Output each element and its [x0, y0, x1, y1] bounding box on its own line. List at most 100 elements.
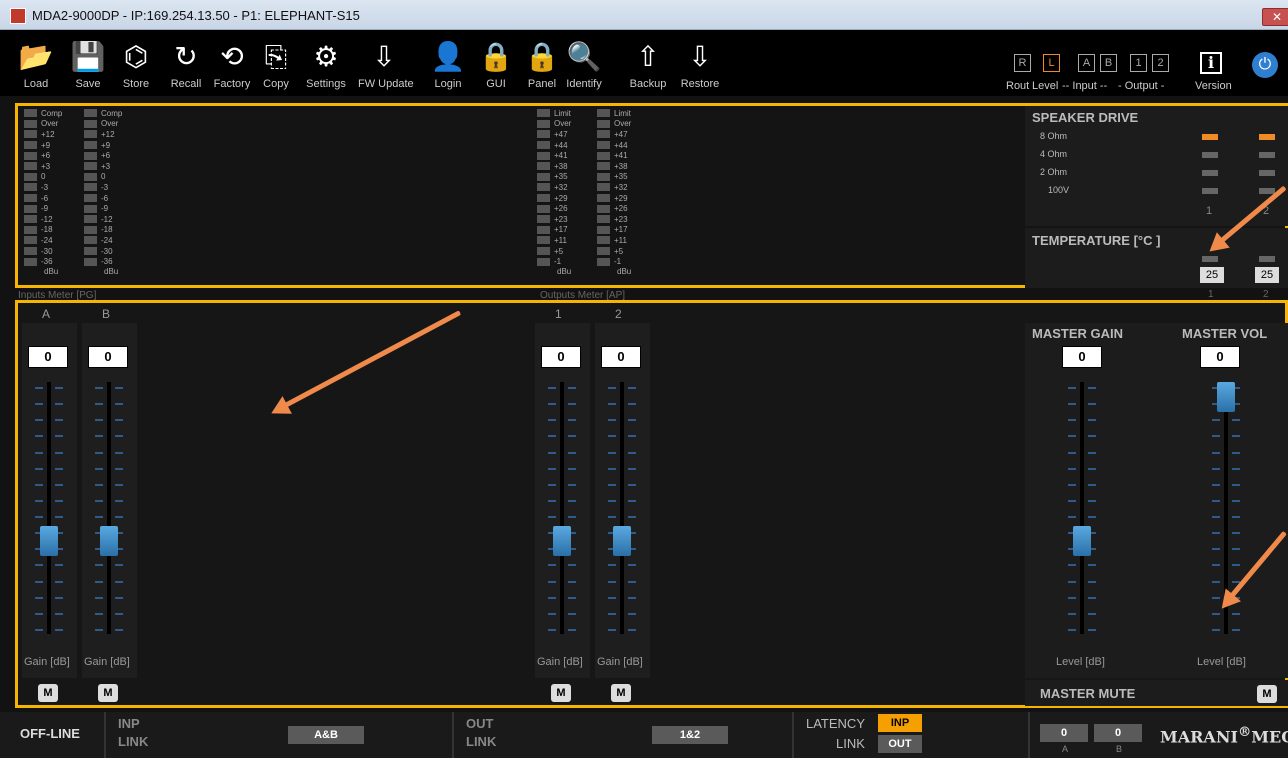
fader-tick	[548, 419, 556, 422]
identify-button[interactable]: 🔍 Identify	[558, 30, 610, 94]
meter-row: -9	[84, 203, 122, 214]
channel-mute-button[interactable]: M	[611, 684, 631, 702]
master-gain-fader-knob[interactable]	[1073, 526, 1091, 557]
backup-button[interactable]: ⇧ Backup	[622, 30, 674, 94]
close-button[interactable]: ✕	[1262, 8, 1288, 26]
login-button[interactable]: 👤 Login	[422, 30, 474, 94]
master-gain-value[interactable]: 0	[1062, 346, 1102, 368]
meter-led	[84, 141, 97, 150]
meter-scale-label: -12	[41, 214, 53, 224]
fader-tick	[35, 467, 43, 470]
tool-label: GUI	[486, 78, 506, 90]
channel-fader-knob[interactable]	[613, 526, 631, 557]
latency-out-button[interactable]: OUT	[878, 735, 922, 753]
channel-fader-track[interactable]	[47, 382, 51, 634]
fader-tick	[1088, 387, 1096, 389]
temp-channel-2: 2	[1263, 289, 1269, 300]
store-button[interactable]: ⌬ Store	[110, 30, 162, 94]
channel-fader-knob[interactable]	[40, 526, 58, 557]
meter-unit: dBu	[617, 266, 632, 276]
meter-scale-label: -6	[101, 193, 109, 203]
load-button[interactable]: 📂 Load	[10, 30, 62, 94]
gain-value-box[interactable]: 0	[88, 346, 128, 368]
route-r-box[interactable]: R	[1014, 54, 1031, 72]
fader-tick	[1068, 451, 1076, 454]
fader-tick	[608, 403, 616, 406]
channel-mute-button[interactable]: M	[98, 684, 118, 702]
level-label: Level	[1032, 80, 1059, 92]
fader-tick	[568, 387, 576, 389]
fader-tick	[1068, 564, 1076, 567]
master-vol-value[interactable]: 0	[1200, 346, 1240, 368]
route-l-box[interactable]: L	[1043, 54, 1060, 72]
save-button[interactable]: 💾 Save	[62, 30, 114, 94]
meter-led	[24, 247, 37, 256]
input-b-box[interactable]: B	[1100, 54, 1117, 72]
input-a-box[interactable]: A	[1078, 54, 1095, 72]
fader-tick	[608, 580, 616, 583]
copy-button[interactable]: ⎘ Copy	[250, 30, 302, 94]
channel-mute-button[interactable]: M	[551, 684, 571, 702]
meter-scale-label: +44	[614, 140, 628, 150]
channel-name: 2	[615, 307, 622, 321]
out-link-button[interactable]: 1&2	[652, 726, 728, 744]
tool-label: Load	[23, 78, 49, 90]
gain-value-box[interactable]: 0	[601, 346, 641, 368]
gui-button[interactable]: 🔒 GUI	[470, 30, 522, 94]
delay-a-button[interactable]: 0	[1040, 724, 1088, 742]
power-icon[interactable]: ⏻	[1252, 52, 1278, 78]
fader-tick	[115, 612, 123, 615]
fader-tick	[1088, 403, 1096, 406]
restore-button[interactable]: ⇩ Restore	[674, 30, 726, 94]
meter-row: +3	[24, 161, 62, 172]
output-2-box[interactable]: 2	[1152, 54, 1169, 72]
fader-tick	[115, 403, 123, 406]
speaker-drive-row-label: 2 Ohm	[1040, 167, 1068, 177]
fader-tick	[115, 435, 123, 438]
meter-led	[84, 194, 97, 203]
gain-value-box[interactable]: 0	[28, 346, 68, 368]
master-gain-fader-track[interactable]	[1080, 382, 1084, 634]
fader-tick	[1212, 435, 1220, 438]
fader-tick	[608, 483, 616, 486]
fader-tick	[1232, 419, 1240, 422]
meter-scale-label: +9	[41, 140, 51, 150]
recall-button[interactable]: ↻ Recall	[160, 30, 212, 94]
inp-link-button[interactable]: A&B	[288, 726, 364, 744]
fw-update-button[interactable]: ⇩ FW Update	[358, 30, 414, 94]
meter-led	[24, 109, 37, 118]
fader-tick	[628, 451, 636, 454]
meter-scale-label: -18	[101, 225, 113, 235]
info-icon[interactable]: i	[1200, 52, 1222, 74]
master-mute-button[interactable]: M	[1257, 685, 1277, 703]
channel-fader-track[interactable]	[107, 382, 111, 634]
channel-fader-track[interactable]	[620, 382, 624, 634]
delay-b-button[interactable]: 0	[1094, 724, 1142, 742]
fader-tick	[568, 564, 576, 567]
settings-button[interactable]: ⚙ Settings	[300, 30, 352, 94]
channel-fader-track[interactable]	[560, 382, 564, 634]
output-1-box[interactable]: 1	[1130, 54, 1147, 72]
meter-scale-label: 0	[101, 172, 106, 182]
channel-mute-button[interactable]: M	[38, 684, 58, 702]
meter-led	[597, 257, 610, 266]
fader-tick	[115, 419, 123, 422]
fader-tick	[115, 596, 123, 599]
meter-led	[597, 162, 610, 171]
meter-scale-label: +44	[554, 140, 568, 150]
fader-tick	[35, 403, 43, 406]
latency-inp-button[interactable]: INP	[878, 714, 922, 732]
meter-row: +35	[597, 172, 631, 183]
meter-row: +44	[537, 140, 571, 151]
meter-scale-label: +32	[614, 182, 628, 192]
meter-led	[84, 130, 97, 139]
meter-row: Over	[24, 119, 62, 130]
fader-tick	[115, 564, 123, 567]
channel-fader-knob[interactable]	[100, 526, 118, 557]
master-vol-fader-knob[interactable]	[1217, 382, 1235, 412]
channel-fader-knob[interactable]	[553, 526, 571, 557]
meter-led	[24, 204, 37, 213]
fader-tick	[35, 483, 43, 486]
gain-value-box[interactable]: 0	[541, 346, 581, 368]
speaker-drive-row-label: 4 Ohm	[1040, 149, 1068, 159]
